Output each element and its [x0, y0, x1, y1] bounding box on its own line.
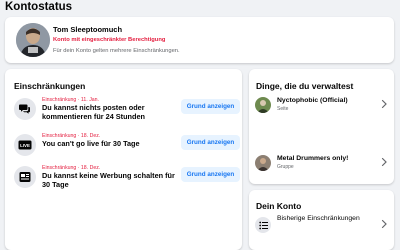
chevron-right-icon [381, 157, 387, 167]
restriction-item: Einschränkung · 18. Dez. Du kannst keine… [14, 165, 240, 193]
restriction-status: Konto mit eingeschränkter Berechtigung [53, 37, 166, 43]
restrictions-card: Einschränkungen Einschränkung · 11. Jan.… [5, 69, 242, 250]
page-avatar [255, 97, 271, 113]
avatar [16, 23, 50, 57]
group-avatar [255, 155, 271, 171]
chevron-right-icon [381, 99, 387, 109]
show-reason-button[interactable]: Grund anzeigen [181, 167, 240, 182]
managed-items-card: Dinge, die du verwaltest Nyctophobic (Of… [249, 69, 394, 184]
show-reason-button[interactable]: Grund anzeigen [181, 135, 240, 150]
restriction-item: Einschränkung · 11. Jan. Du kannst nicht… [14, 97, 240, 125]
ad-icon [14, 166, 36, 188]
list-icon [255, 217, 271, 233]
restriction-text: You can't go live für 30 Tage [42, 139, 140, 148]
restriction-text: Du kannst nichts posten oder kommentiere… [42, 103, 145, 121]
managed-item-type: Seite [277, 106, 289, 112]
managed-item-name: Metal Drummers only! [277, 155, 349, 162]
restriction-text: Du kannst keine Werbung schalten für 30 … [42, 171, 175, 189]
page-title: Kontostatus [5, 1, 73, 13]
show-reason-button[interactable]: Grund anzeigen [181, 99, 240, 114]
chevron-right-icon [381, 219, 387, 229]
speech-bubbles-icon [14, 98, 36, 120]
managed-page-item[interactable]: Nyctophobic (Official) Seite [255, 95, 389, 117]
user-name: Tom Sleeptoomuch [53, 25, 123, 34]
account-status-card: Tom Sleeptoomuch Konto mit eingeschränkt… [5, 17, 394, 63]
managed-item-type: Gruppe [277, 164, 294, 170]
managed-item-name: Nyctophobic (Official) [277, 97, 348, 104]
managed-group-item[interactable]: Metal Drummers only! Gruppe [255, 153, 389, 175]
previous-restrictions-label: Bisherige Einschränkungen [277, 215, 360, 222]
your-account-title: Dein Konto [256, 201, 302, 211]
svg-text:LIVE: LIVE [20, 143, 30, 148]
managed-items-title: Dinge, die du verwaltest [256, 81, 354, 91]
previous-restrictions-link[interactable]: Bisherige Einschränkungen [255, 215, 389, 237]
restrictions-title: Einschränkungen [14, 81, 86, 91]
your-account-card: Dein Konto Bisherige Einschränkungen [249, 190, 394, 250]
restriction-item: LIVE Einschränkung · 18. Dez. You can't … [14, 133, 240, 161]
live-icon: LIVE [14, 134, 36, 156]
status-description: Für dein Konto gelten mehrere Einschränk… [53, 48, 180, 54]
